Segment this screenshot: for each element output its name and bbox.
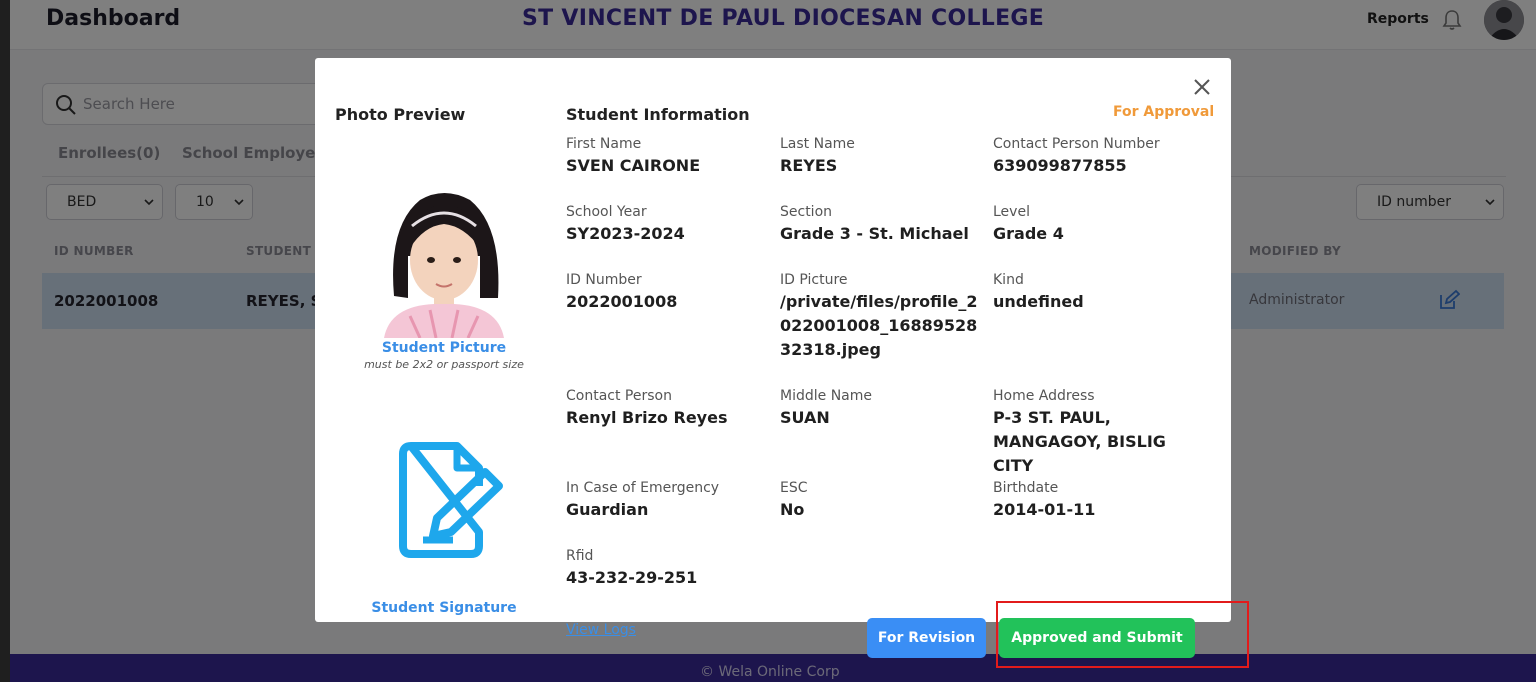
student-photo <box>380 186 508 338</box>
left-edge-bar <box>0 0 10 682</box>
id-number-value: 2022001008 <box>566 292 678 311</box>
highlight-box <box>996 601 1249 668</box>
level-value: Grade 4 <box>993 224 1064 243</box>
photo-preview-title: Photo Preview <box>335 105 466 124</box>
kind-label: Kind <box>993 272 1024 288</box>
section-value: Grade 3 - St. Michael <box>780 224 969 243</box>
view-logs-link[interactable]: View Logs <box>566 622 636 638</box>
student-picture-link[interactable]: Student Picture <box>315 340 573 356</box>
last-name-label: Last Name <box>780 136 855 152</box>
level-label: Level <box>993 204 1030 220</box>
rfid-value: 43-232-29-251 <box>566 568 698 587</box>
emergency-value: Guardian <box>566 500 649 519</box>
for-revision-button[interactable]: For Revision <box>867 618 986 658</box>
app-window: Dashboard ST VINCENT DE PAUL DIOCESAN CO… <box>10 0 1536 682</box>
contact-person-value: Renyl Brizo Reyes <box>566 408 728 427</box>
picture-size-note: must be 2x2 or passport size <box>364 358 524 371</box>
id-picture-value: /private/files/profile_2022001008_168895… <box>780 292 978 359</box>
student-info-title: Student Information <box>566 105 750 124</box>
home-address-label: Home Address <box>993 388 1095 404</box>
first-name-value: SVEN CAIRONE <box>566 156 701 175</box>
last-name-value: REYES <box>780 156 838 175</box>
school-year-value: SY2023-2024 <box>566 224 685 243</box>
contact-number-value: 639099877855 <box>993 156 1127 175</box>
id-number-label: ID Number <box>566 272 642 288</box>
birthdate-label: Birthdate <box>993 480 1059 496</box>
middle-name-label: Middle Name <box>780 388 872 404</box>
contact-person-label: Contact Person <box>566 388 672 404</box>
school-year-label: School Year <box>566 204 647 220</box>
first-name-label: First Name <box>566 136 642 152</box>
contact-number-label: Contact Person Number <box>993 136 1160 152</box>
kind-value: undefined <box>993 292 1084 311</box>
student-signature-link[interactable]: Student Signature <box>315 600 573 616</box>
section-label: Section <box>780 204 833 220</box>
emergency-label: In Case of Emergency <box>566 480 720 496</box>
middle-name-value: SUAN <box>780 408 830 427</box>
status-badge: For Approval <box>1113 104 1215 120</box>
signature-document-icon[interactable] <box>399 442 505 558</box>
student-info-modal: Photo Preview Student Picture must be 2x… <box>315 58 1231 622</box>
close-icon[interactable] <box>1193 78 1211 96</box>
home-address-value: P-3 ST. PAUL, MANGAGOY, BISLIG CITY <box>993 408 1166 475</box>
rfid-label: Rfid <box>566 548 594 564</box>
id-picture-label: ID Picture <box>780 272 848 288</box>
esc-label: ESC <box>780 480 808 496</box>
birthdate-value: 2014-01-11 <box>993 500 1096 519</box>
esc-value: No <box>780 500 805 519</box>
